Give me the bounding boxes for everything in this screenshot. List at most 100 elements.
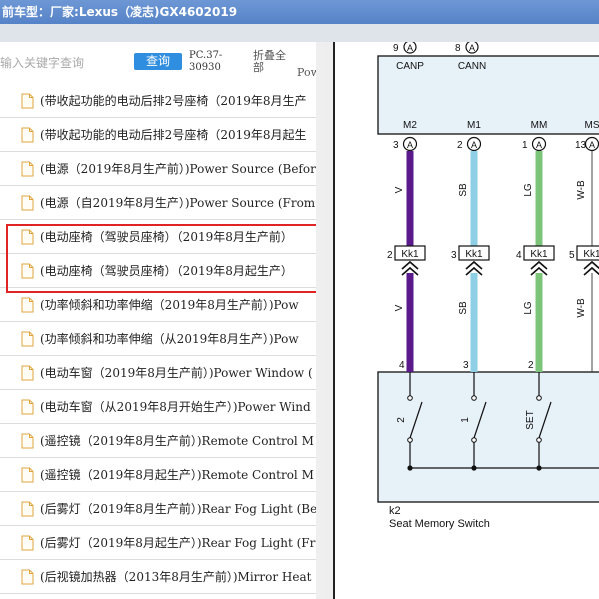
wire-pin-number: 2 [457,140,463,151]
wire-signal-label: MS [585,120,599,131]
switch-contact [407,395,413,401]
collapse-all-button[interactable]: 折叠全部 [253,50,295,74]
list-item[interactable]: (功率倾斜和功率伸缩（2019年8月生产前）)Pow [0,288,323,322]
document-icon [21,195,34,211]
wire-color-code: W-B [576,298,587,318]
connector-label: Kk1 [465,249,483,260]
wire-color-code: LG [523,301,534,315]
connector-label: Kk1 [583,249,599,260]
connector-pin-number: 4 [516,250,522,261]
wire-pin-letter: A [589,140,595,150]
top-pin-number: 9 [393,43,399,54]
connector-pin-number: 3 [451,250,457,261]
list-item-label: (带收起功能的电动后排2号座椅（2019年8月生产 [40,94,307,108]
list-item[interactable]: (电动车窗（2019年8月生产前）)Power Window ( [0,356,323,390]
list-item[interactable]: (后雾灯（2019年8月起生产）)Rear Fog Light (Fr [0,526,323,560]
switch-label: 1 [460,417,471,423]
list-item[interactable]: (后雾灯（2019年8月生产前）)Rear Fog Light (Be [0,492,323,526]
document-icon [21,365,34,381]
list-item-label: (遥控镜（2019年8月起生产）)Remote Control M [40,468,314,482]
list-item-label: (后视镜加热器（2013年8月生产前）)Mirror Heat [40,570,312,584]
switch-pin-number: 4 [399,360,405,371]
switch-contact [471,395,477,401]
document-icon [21,331,34,347]
wiring-diagram: 9 A CANP 8 A CANN M2 3 A V V 2 Kk1 4 2 M1 2 A SB SB 3 Kk1 3 1 MM… [333,40,599,599]
switch-label: SET [525,410,536,429]
wire-pin-letter: A [407,140,413,150]
wire-color-code: V [394,304,405,311]
wire-pin-number: 13 [575,140,587,151]
switch-contact [471,437,477,443]
wire-pin-letter: A [471,140,477,150]
document-list: (带收起功能的电动后排2号座椅（2019年8月生产 (带收起功能的电动后排2号座椅… [0,84,324,594]
search-input[interactable] [0,53,128,73]
switch-box [377,371,599,503]
switch-label: 2 [396,417,407,423]
wire-color-code: SB [458,183,469,197]
list-item[interactable]: (电源（2019年8月生产前）)Power Source (Before [0,152,323,186]
app-window: 前车型：厂家:Lexus（凌志)GX4602019 查询 PC.37-30930… [0,0,599,599]
catalog-panel: 查询 PC.37-30930 折叠全部 Pow (带收起功能的电动后排2号座椅（… [0,42,324,599]
list-item-label: (电动车窗（从2019年8月开始生产）)Power Wind [40,400,311,414]
list-item-label: (功率倾斜和功率伸缩（2019年8月生产前）)Pow [40,298,299,312]
component-name: Seat Memory Switch [389,518,490,530]
pc-number: PC.37-30930 [189,50,223,73]
list-item-label: (后雾灯（2019年8月起生产）)Rear Fog Light (Fr [40,536,316,550]
component-id: k2 [389,505,401,517]
list-item[interactable]: (遥控镜（2019年8月起生产）)Remote Control M [0,458,323,492]
top-pin-name: CANN [458,61,486,72]
document-icon [21,161,34,177]
wire-pin-letter: A [536,140,542,150]
title-bar: 前车型：厂家:Lexus（凌志)GX4602019 [0,0,599,24]
wire-color-code: LG [523,183,534,197]
switch-contact [536,437,542,443]
selection-highlight-box [6,224,320,293]
wire-pin-number: 3 [393,140,399,151]
switch-contact [536,395,542,401]
document-icon [21,93,34,109]
window-title: 厂家:Lexus（凌志)GX4602019 [50,5,238,19]
list-item-label: (遥控镜（2019年8月生产前）)Remote Control M [40,434,314,448]
list-item[interactable]: (遥控镜（2019年8月生产前）)Remote Control M [0,424,323,458]
list-item[interactable]: (功率倾斜和功率伸缩（从2019年8月生产）)Pow [0,322,323,356]
top-pin-letter: A [469,43,475,53]
wire-signal-label: M2 [403,120,417,131]
list-item-label: (功率倾斜和功率伸缩（从2019年8月生产）)Pow [40,332,299,346]
search-toolbar: 查询 PC.37-30930 折叠全部 Pow [0,42,323,84]
list-item[interactable]: (带收起功能的电动后排2号座椅（2019年8月生产 [0,84,323,118]
document-icon [21,433,34,449]
list-item[interactable]: (带收起功能的电动后排2号座椅（2019年8月起生 [0,118,323,152]
switch-contact [407,437,413,443]
top-pin-number: 8 [455,43,461,54]
connector-pin-number: 5 [569,250,575,261]
list-item-label: (带收起功能的电动后排2号座椅（2019年8月起生 [40,128,307,142]
document-icon [21,535,34,551]
list-item[interactable]: (电源（自2019年8月生产）)Power Source (From A [0,186,324,220]
document-icon [21,127,34,143]
connector-pin-number: 2 [387,250,393,261]
document-icon [21,399,34,415]
query-button[interactable]: 查询 [134,53,182,70]
wire-pin-number: 1 [522,140,528,151]
list-item[interactable]: (电动车窗（从2019年8月开始生产）)Power Wind [0,390,323,424]
wiring-diagram-svg: 9 ACANP8 ACANNM23 AVV2 Kk142M12 ASBSB3 Kk131MM… [377,40,599,530]
wire-signal-label: M1 [467,120,481,131]
document-icon [21,569,34,585]
list-item-label: (电源（自2019年8月生产）)Power Source (From A [40,196,324,210]
wire-color-code: SB [458,301,469,315]
top-pin-name: CANP [396,61,424,72]
list-item-label: (后雾灯（2019年8月生产前）)Rear Fog Light (Be [40,502,318,516]
wire-color-code: W-B [576,180,587,200]
wire-color-code: V [394,186,405,193]
connector-label: Kk1 [401,249,419,260]
pane-scrollbar[interactable] [316,42,324,599]
header-band [0,24,599,42]
document-icon [21,501,34,517]
switch-pin-number: 2 [528,360,534,371]
top-pin-letter: A [407,43,413,53]
document-icon [21,297,34,313]
document-icon [21,467,34,483]
title-prefix: 前车型： [2,5,51,19]
list-item[interactable]: (后视镜加热器（2013年8月生产前）)Mirror Heat [0,560,323,594]
switch-pin-number: 3 [463,360,469,371]
